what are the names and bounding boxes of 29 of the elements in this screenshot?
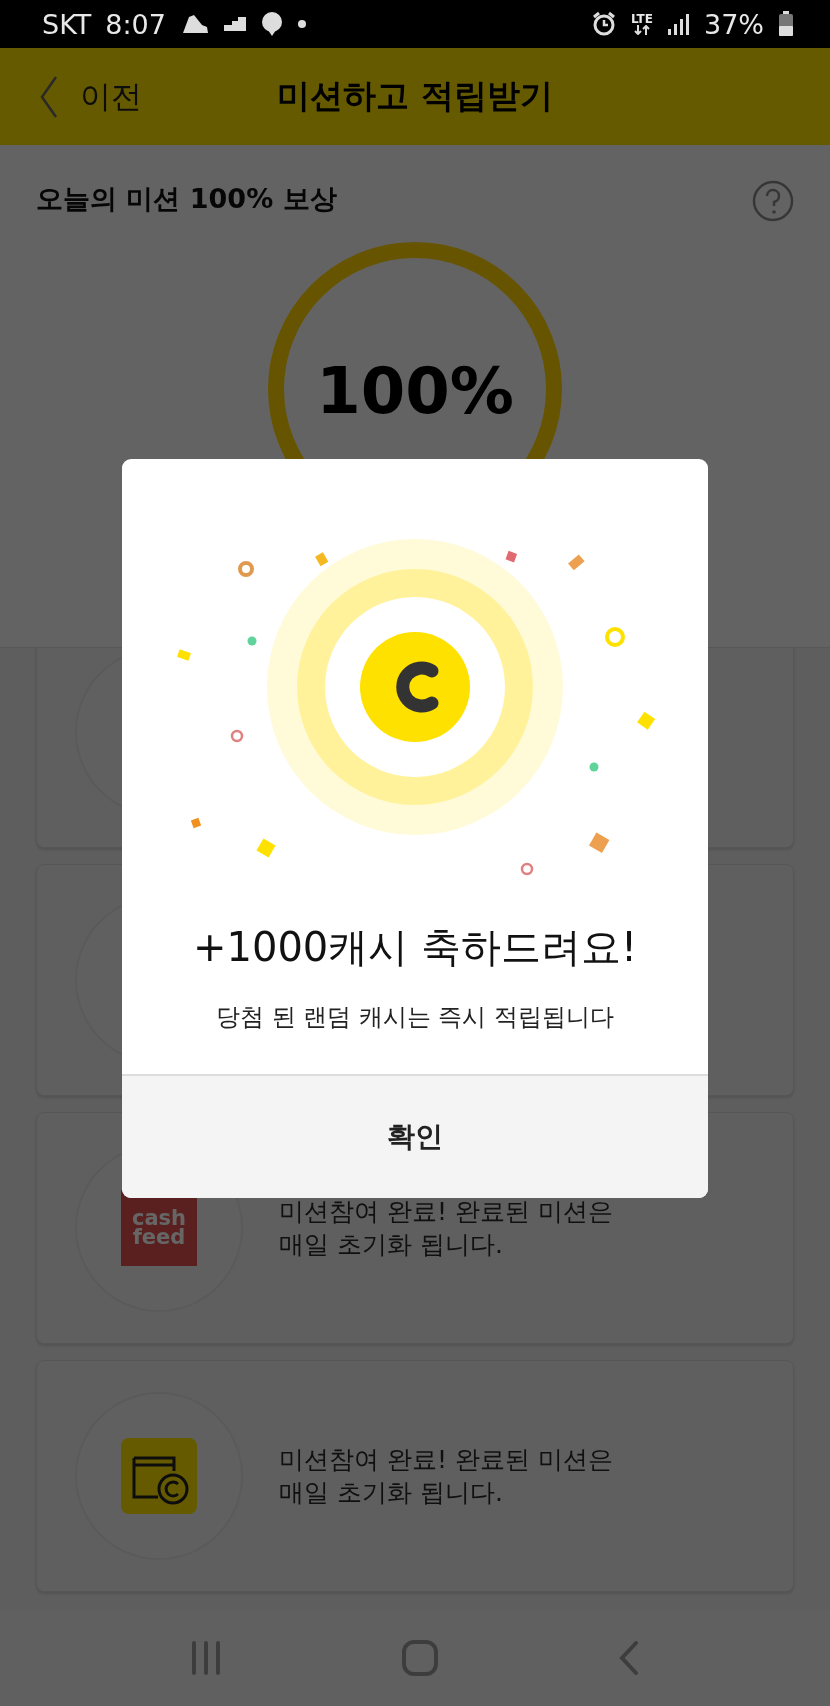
page-title: 미션하고 적립받기 [277,75,553,117]
map-pin-icon [259,11,284,37]
logo-text: feed [132,1228,186,1247]
help-icon[interactable] [752,180,794,222]
confirm-button[interactable]: 확인 [122,1074,708,1198]
clock-time: 8:07 [105,8,166,40]
dialog-title: +1000캐시 축하드려요! [191,923,639,972]
network-type: LTE [630,13,653,25]
recent-apps-icon[interactable] [190,1641,222,1675]
alarm-clock-icon [590,11,617,37]
chevron-icon [38,74,60,119]
notification-dot-icon [297,20,306,28]
mission-status-text: 미션참여 완료! 완료된 미션은 [279,1444,613,1476]
mission-status-text: 매일 초기화 됩니다. [279,1229,504,1261]
logo-text: cash [131,1209,187,1228]
battery-percent: 37% [704,8,764,40]
mission-status-text: 매일 초기화 됩니다. [279,1477,504,1509]
data-arrows-icon [632,25,651,35]
back-icon[interactable] [618,1641,640,1675]
progress-percent: 100% [315,353,515,429]
home-icon[interactable] [402,1640,438,1676]
wallet-coin-icon [121,1438,197,1514]
mission-status-text: 미션참여 완료! 완료된 미션은 [279,1196,613,1228]
dialog-message: 당첨 된 랜덤 캐시는 즉시 적립됩니다 [214,1002,616,1033]
battery-icon [778,11,794,37]
stairs-icon [223,17,246,31]
signal-icon [667,12,690,36]
section-title: 오늘의 미션 100% 보상 [36,182,337,216]
carrier-name: SKT [42,8,92,40]
